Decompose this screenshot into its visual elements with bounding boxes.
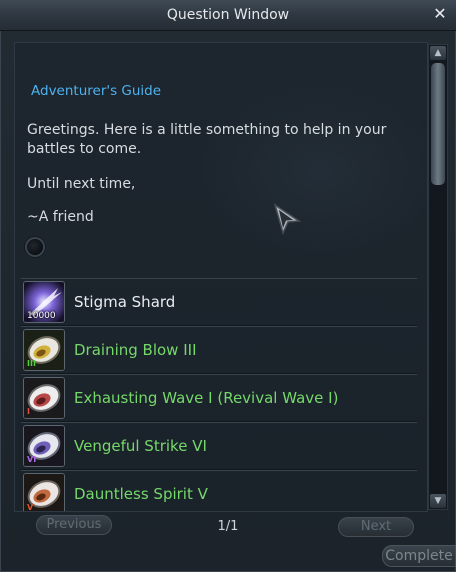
skill-stone-icon[interactable]: V — [23, 473, 65, 512]
window-title: Question Window — [166, 7, 290, 23]
mouse-cursor-icon — [273, 203, 302, 236]
list-item[interactable]: V Dauntless Spirit V — [21, 470, 417, 512]
reward-list: 10000 Stigma Shard III Draining Blow III — [21, 278, 417, 512]
previous-button[interactable]: Previous — [36, 515, 112, 535]
item-tier: III — [27, 359, 36, 368]
list-item[interactable]: 10000 Stigma Shard — [21, 278, 417, 326]
item-name: Draining Blow III — [74, 341, 197, 359]
page-indicator: 1/1 — [217, 519, 239, 534]
close-icon[interactable]: ✕ — [430, 4, 450, 24]
guide-title: Adventurer's Guide — [31, 83, 162, 99]
item-name: Vengeful Strike VI — [74, 437, 207, 455]
scroll-down-icon[interactable]: ▼ — [430, 494, 446, 508]
list-item[interactable]: I Exhausting Wave I (Revival Wave I) — [21, 374, 417, 422]
closing-text: Until next time, — [27, 176, 136, 192]
stigma-shard-icon[interactable]: 10000 — [23, 281, 65, 323]
next-button[interactable]: Next — [338, 517, 414, 537]
item-name: Stigma Shard — [74, 293, 176, 311]
item-tier: I — [27, 407, 30, 416]
greeting-text: Greetings. Here is a little something to… — [27, 122, 387, 157]
item-name: Exhausting Wave I (Revival Wave I) — [74, 389, 339, 407]
reward-radio-icon[interactable] — [27, 239, 43, 255]
list-item[interactable]: VI Vengeful Strike VI — [21, 422, 417, 470]
vertical-scrollbar[interactable]: ▲ ▼ — [428, 44, 448, 510]
item-tier: V — [27, 503, 34, 512]
item-quantity: 10000 — [27, 311, 56, 321]
quest-content-panel: Adventurer's Guide Greetings. Here is a … — [14, 42, 428, 512]
scroll-up-icon[interactable]: ▲ — [430, 46, 446, 60]
skill-stone-icon[interactable]: VI — [23, 425, 65, 467]
item-name: Dauntless Spirit V — [74, 485, 208, 503]
title-bar[interactable]: Question Window ✕ — [0, 0, 456, 31]
signature-text: ~A friend — [27, 209, 94, 225]
scroll-thumb[interactable] — [431, 63, 445, 185]
list-item[interactable]: III Draining Blow III — [21, 326, 417, 374]
complete-button[interactable]: Complete — [382, 545, 456, 567]
skill-stone-icon[interactable]: III — [23, 329, 65, 371]
skill-stone-icon[interactable]: I — [23, 377, 65, 419]
item-tier: VI — [27, 455, 37, 464]
question-window: Question Window ✕ Adventurer's Guide Gre… — [0, 0, 456, 572]
